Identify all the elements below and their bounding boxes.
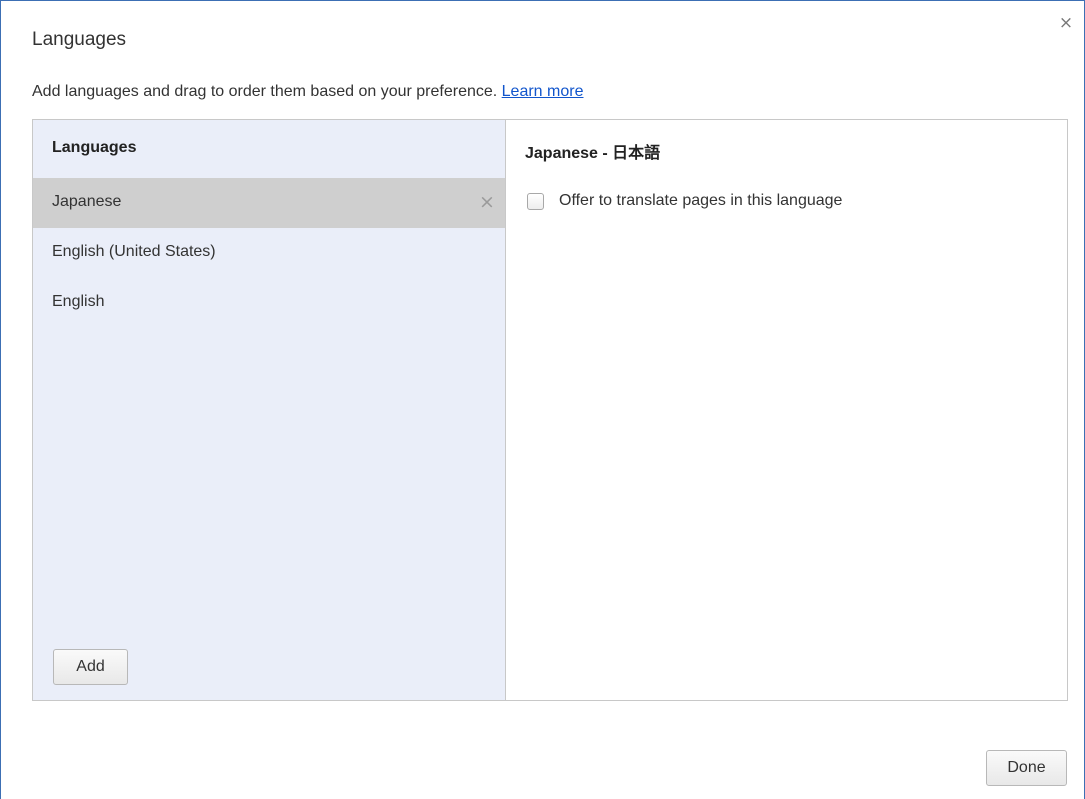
language-list-header: Languages	[52, 139, 137, 156]
language-item-english[interactable]: English	[33, 278, 505, 328]
remove-language-icon[interactable]: ×	[477, 178, 497, 226]
close-icon[interactable]: ×	[1058, 15, 1074, 32]
add-language-button[interactable]: Add	[53, 649, 128, 685]
language-item-japanese[interactable]: Japanese ×	[33, 178, 505, 228]
translate-option-label[interactable]: Offer to translate pages in this languag…	[559, 192, 842, 210]
translate-option-row[interactable]: Offer to translate pages in this languag…	[527, 190, 842, 212]
dialog-title: Languages	[32, 29, 127, 50]
description-text: Add languages and drag to order them bas…	[32, 83, 498, 100]
language-item-label: English	[52, 293, 105, 310]
language-item-label: Japanese	[52, 193, 122, 210]
language-item-label: English (United States)	[52, 243, 216, 260]
dialog-description: Add languages and drag to order them bas…	[32, 83, 583, 101]
languages-dialog: × Languages Add languages and drag to or…	[0, 0, 1085, 799]
learn-more-link[interactable]: Learn more	[502, 83, 584, 100]
language-details-header: Japanese - 日本語	[525, 145, 661, 162]
language-details-pane: Japanese - 日本語 Offer to translate pages …	[507, 120, 1067, 700]
languages-panel: Languages Japanese × English (United Sta…	[32, 119, 1068, 701]
translate-checkbox[interactable]	[527, 192, 544, 210]
language-item-english-us[interactable]: English (United States)	[33, 228, 505, 278]
language-list-pane: Languages Japanese × English (United Sta…	[33, 120, 506, 700]
done-button[interactable]: Done	[986, 750, 1067, 786]
language-list: Japanese × English (United States) Engli…	[33, 178, 505, 328]
